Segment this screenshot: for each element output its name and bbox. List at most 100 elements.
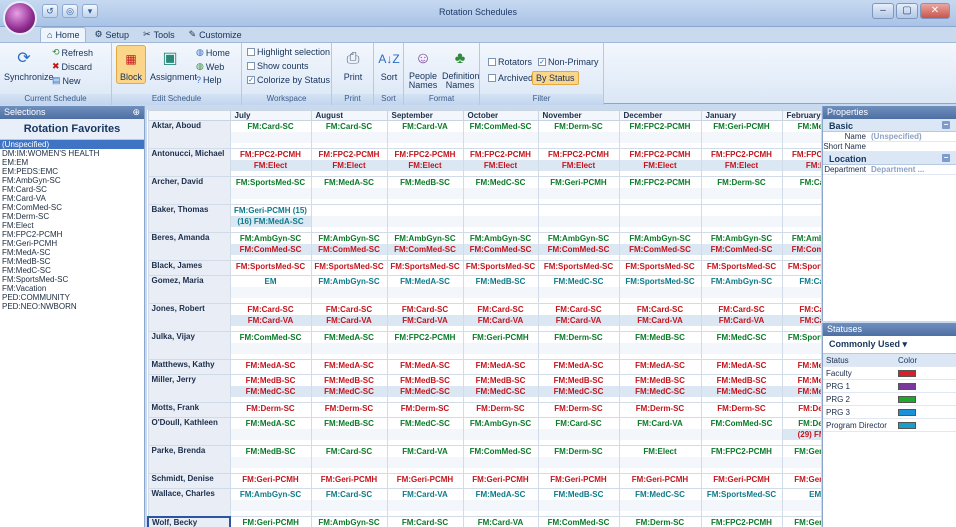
rotation-assignment[interactable]: FM:SportsMed-SC xyxy=(464,262,537,273)
rotation-assignment[interactable]: FM:MedB-SC xyxy=(231,447,310,458)
rotation-assignment[interactable]: FM:Card-SC xyxy=(783,277,821,288)
rotation-assignment[interactable]: FM:Derm-SC xyxy=(620,404,700,415)
schedule-cell[interactable]: FM:AmbGyn-SCFM:ComMed-SC xyxy=(229,232,312,261)
rotation-assignment[interactable]: FM:FPC2-PCMH xyxy=(702,150,781,161)
schedule-cell[interactable]: FM:Card-SCFM:Card-VA xyxy=(229,303,312,332)
rotation-assignment[interactable]: FM:AmbGyn-SC xyxy=(231,234,310,245)
rotation-assignment[interactable]: FM:Card-VA xyxy=(620,419,700,430)
rotation-list-item[interactable]: PED:NEO:NWBORN xyxy=(0,302,144,311)
schedule-cell[interactable]: FM:Geri-PCMH xyxy=(618,473,702,489)
rotation-assignment[interactable]: FM:SportsMed-SC xyxy=(620,262,700,273)
schedule-cell[interactable]: EM xyxy=(229,275,312,304)
schedule-cell[interactable]: FM:SportsMed-SC xyxy=(229,260,312,276)
rotation-assignment[interactable] xyxy=(312,500,386,511)
rotation-assignment[interactable]: FM:FPC2-PCMH xyxy=(620,150,700,161)
rotation-assignment[interactable]: FM:Card-VA xyxy=(539,315,618,326)
rotation-assignment[interactable]: FM:Derm-SC xyxy=(312,404,386,415)
schedule-cell[interactable]: FM:Derm-SC xyxy=(537,445,620,474)
schedule-cell[interactable]: FM:MedB-SCFM:MedC-SC xyxy=(462,374,539,403)
rotation-assignment[interactable]: FM:Elect xyxy=(783,160,821,171)
schedule-cell[interactable]: FM:Card-VA xyxy=(386,120,464,149)
rotation-assignment[interactable]: FM:Derm-SC xyxy=(539,404,618,415)
rotation-assignment[interactable] xyxy=(231,457,310,468)
rotation-assignment[interactable]: FM:FPC2-PCMH xyxy=(620,122,700,133)
resident-name[interactable]: O'Doull, Kathleen xyxy=(147,417,231,446)
rotation-assignment[interactable] xyxy=(620,188,700,199)
rotation-assignment[interactable]: FM:Derm-SC xyxy=(620,518,700,527)
schedule-cell[interactable]: FM:Geri-PCMH xyxy=(462,331,539,360)
status-row[interactable]: PRG 2 xyxy=(823,393,956,406)
rotation-assignment[interactable]: FM:FPC2-PCMH xyxy=(702,518,781,527)
rotation-assignment[interactable]: FM:Card-VA xyxy=(388,315,462,326)
rotation-assignment[interactable] xyxy=(464,457,537,468)
rotation-assignment[interactable] xyxy=(539,343,618,354)
property-department-row[interactable]: Department Department ... xyxy=(823,165,956,175)
rotation-assignment[interactable]: FM:MedA-SC xyxy=(312,333,386,344)
assignment-button[interactable]: ▣ Assignment xyxy=(150,47,197,82)
rotation-list-item[interactable]: FM:MedA-SC xyxy=(0,248,144,257)
rotation-assignment[interactable] xyxy=(702,429,781,440)
basic-category[interactable]: Basic − xyxy=(823,119,956,132)
rotation-assignment[interactable]: FM:MedB-SC xyxy=(312,376,386,387)
rotation-assignment[interactable]: FM:Card-SC xyxy=(231,305,310,316)
schedule-cell[interactable]: FM:Derm-SC xyxy=(537,331,620,360)
rotation-assignment[interactable]: FM:Geri-PCMH xyxy=(702,122,781,133)
rotation-assignment[interactable] xyxy=(464,206,537,217)
schedule-cell[interactable] xyxy=(386,204,464,233)
rotation-assignment[interactable]: FM:AmbGyn-SC xyxy=(312,518,386,527)
schedule-cell[interactable]: FM:MedA-SC xyxy=(537,359,620,375)
schedule-cell[interactable]: FM:Derm-SC xyxy=(310,402,388,418)
rotation-assignment[interactable]: FM:ComMed-SC xyxy=(312,244,386,255)
rotation-assignment[interactable]: FM:MedC-SC xyxy=(539,386,618,397)
rotation-assignment[interactable]: FM:MedB-SC xyxy=(312,419,386,430)
status-color-swatch[interactable] xyxy=(898,421,916,429)
rotation-assignment[interactable]: EM xyxy=(231,277,310,288)
schedule-cell[interactable]: FM:SportsMed-SC xyxy=(618,260,702,276)
rotation-assignment[interactable]: FM:MedC-SC xyxy=(702,333,781,344)
schedule-cell[interactable]: FM:MedC-SC xyxy=(537,275,620,304)
schedule-cell[interactable]: FM:Card-SCFM:Card-VA xyxy=(781,303,821,332)
collapse-icon[interactable]: − xyxy=(942,154,950,162)
rotation-assignment[interactable]: FM:MedB-SC xyxy=(539,490,618,501)
schedule-cell[interactable]: FM:AmbGyn-SCFM:ComMed-SC xyxy=(310,232,388,261)
rotation-assignment[interactable]: FM:Geri-PCMH xyxy=(702,475,781,486)
rotation-assignment[interactable]: FM:MedC-SC xyxy=(231,386,310,397)
rotation-assignment[interactable]: FM:SportsMed-SC xyxy=(702,262,781,273)
rotation-assignment[interactable] xyxy=(312,457,386,468)
rotation-assignment[interactable]: FM:Card-VA xyxy=(783,315,821,326)
rotation-assignment[interactable]: FM:Derm-SC xyxy=(702,178,781,189)
rotation-list-item[interactable]: FM:ComMed-SC xyxy=(0,203,144,212)
schedule-cell[interactable]: FM:FPC2-PCMH xyxy=(700,516,783,527)
schedule-cell[interactable]: FM:SportsMed-SC xyxy=(618,275,702,304)
schedule-cell[interactable]: FM:AmbGyn-SC xyxy=(700,275,783,304)
month-header[interactable]: July xyxy=(229,110,312,121)
rotation-assignment[interactable]: FM:FPC2-PCMH xyxy=(231,150,310,161)
rotation-assignment[interactable]: FM:AmbGyn-SC xyxy=(464,419,537,430)
rotation-assignment[interactable]: FM:Geri-PCMH xyxy=(312,475,386,486)
rotation-assignment[interactable]: FM:MedB-SC xyxy=(783,376,821,387)
rotation-assignment[interactable]: FM:SportsMed-SC xyxy=(783,333,821,344)
rotation-assignment[interactable]: FM:AmbGyn-SC xyxy=(702,277,781,288)
rotation-assignment[interactable]: FM:FPC2-PCMH xyxy=(464,150,537,161)
rotation-assignment[interactable] xyxy=(783,287,821,298)
rotation-list-item[interactable]: FM:Derm-SC xyxy=(0,212,144,221)
rotation-assignment[interactable] xyxy=(312,429,386,440)
schedule-cell[interactable]: FM:MedB-SCFM:MedC-SC xyxy=(386,374,464,403)
rotation-assignment[interactable] xyxy=(464,500,537,511)
rotation-list-item[interactable]: FM:Elect xyxy=(0,221,144,230)
schedule-cell[interactable]: FM:Derm-SC xyxy=(537,120,620,149)
rotation-assignment[interactable]: FM:ComMed-SC xyxy=(620,244,700,255)
web-link[interactable]: ◍ Web xyxy=(196,61,224,72)
rotation-assignment[interactable] xyxy=(539,500,618,511)
schedule-cell[interactable]: FM:MedB-SC xyxy=(229,445,312,474)
rotation-assignment[interactable] xyxy=(620,457,700,468)
schedule-cell[interactable]: FM:Derm-SC xyxy=(781,402,821,418)
rotation-assignment[interactable]: FM:ComMed-SC xyxy=(388,244,462,255)
schedule-cell[interactable] xyxy=(537,204,620,233)
rotation-assignment[interactable]: FM:Elect xyxy=(388,160,462,171)
schedule-cell[interactable]: FM:Card-SCFM:Card-VA xyxy=(462,303,539,332)
rotation-assignment[interactable]: FM:Geri-PCMH xyxy=(539,475,618,486)
rotation-assignment[interactable]: FM:Derm-SC xyxy=(539,122,618,133)
rotation-assignment[interactable]: FM:MedC-SC xyxy=(464,178,537,189)
rotation-assignment[interactable]: FM:Elect xyxy=(539,160,618,171)
